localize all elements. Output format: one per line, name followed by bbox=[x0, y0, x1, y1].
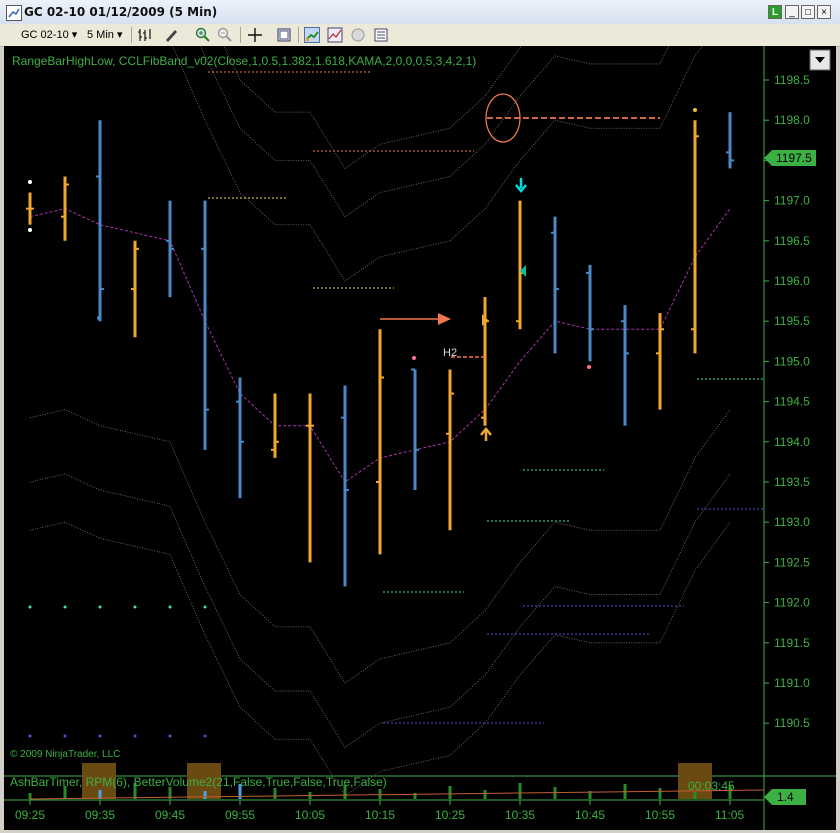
price-tick-label: 1190.5 bbox=[774, 716, 810, 730]
arrow-down-icon bbox=[515, 178, 527, 193]
price-tick-label: 1195.5 bbox=[774, 314, 810, 328]
time-tick-label: 10:45 bbox=[575, 808, 605, 822]
pattern-label: H2 bbox=[443, 347, 457, 359]
dot-marker bbox=[133, 605, 137, 609]
app-icon bbox=[6, 5, 22, 21]
dot-marker bbox=[203, 605, 207, 609]
dot-marker bbox=[28, 228, 32, 232]
interval-label: 5 Min bbox=[87, 29, 114, 41]
zoom-out-icon[interactable] bbox=[217, 27, 233, 43]
time-axis-ticks: 09:25 09:35 09:45 09:55 10:05 10:15 10:25 10:35… bbox=[15, 800, 744, 822]
properties-icon[interactable] bbox=[276, 27, 292, 43]
window-title: GC 02-10 01/12/2009 (5 Min) bbox=[24, 5, 218, 19]
rpm-line bbox=[29, 789, 765, 800]
price-tick-label: 1193.0 bbox=[774, 515, 810, 529]
price-axis-ticks: 1198.5 1198.0 1197.5 1197.0 1196.5 1196.0 1195… bbox=[764, 73, 810, 730]
data-box-icon[interactable] bbox=[373, 27, 389, 43]
chart-panel[interactable]: 1198.5 1198.0 1197.5 1197.0 1196.5 1196.0 1195… bbox=[4, 46, 836, 830]
time-tick-label: 09:45 bbox=[155, 808, 185, 822]
price-tick-label: 1198.5 bbox=[774, 73, 810, 87]
dot-marker bbox=[168, 605, 172, 609]
lower-panel-label: AshBarTimer, RPM(6), BetterVolume2(21,Fa… bbox=[10, 775, 387, 789]
price-tick-label: 1197.0 bbox=[774, 194, 810, 208]
minimize-button[interactable]: _ bbox=[785, 5, 799, 19]
time-tick-label: 09:25 bbox=[15, 808, 45, 822]
price-bars bbox=[26, 112, 734, 587]
crosshair-icon[interactable] bbox=[247, 27, 263, 43]
dot-marker bbox=[28, 180, 32, 184]
time-tick-label: 10:05 bbox=[295, 808, 325, 822]
arrow-up-icon bbox=[480, 427, 492, 441]
price-tick-label: 1191.0 bbox=[774, 676, 810, 690]
price-tick-label: 1192.5 bbox=[774, 555, 810, 569]
price-chart[interactable]: 1198.5 1198.0 1197.5 1197.0 1196.5 1196.0 1195… bbox=[4, 46, 836, 830]
range-lines bbox=[28, 71, 764, 738]
zoom-in-icon[interactable] bbox=[195, 27, 211, 43]
time-tick-label: 10:15 bbox=[365, 808, 395, 822]
toolbar-separator bbox=[240, 27, 241, 43]
maximize-button[interactable]: □ bbox=[801, 5, 815, 19]
chevron-down-icon: ▾ bbox=[71, 29, 78, 41]
price-tick-label: 1191.5 bbox=[774, 636, 810, 650]
dot-marker bbox=[133, 734, 137, 738]
instrument-label: GC 02-10 bbox=[21, 29, 69, 41]
dot-marker bbox=[98, 605, 102, 609]
indicator-label: RangeBarHighLow, CCLFibBand_v02(Close,1,… bbox=[12, 54, 476, 68]
dot-marker bbox=[28, 605, 32, 609]
bar-timer: 00:03:45 bbox=[688, 779, 735, 793]
toolbar-separator bbox=[131, 27, 132, 43]
refresh-icon[interactable] bbox=[350, 27, 366, 43]
dot-marker bbox=[587, 365, 591, 369]
current-price-label: 1197.5 bbox=[776, 151, 812, 165]
price-tick-label: 1194.0 bbox=[774, 435, 810, 449]
time-tick-label: 11:05 bbox=[715, 808, 744, 822]
time-tick-label: 10:25 bbox=[435, 808, 465, 822]
price-tick-label: 1194.5 bbox=[774, 395, 810, 409]
fib-band-line bbox=[200, 46, 670, 218]
dot-marker bbox=[98, 734, 102, 738]
price-tick-label: 1193.5 bbox=[774, 475, 810, 489]
copyright-label: © 2009 NinjaTrader, LLC bbox=[10, 749, 120, 760]
time-tick-label: 09:35 bbox=[85, 808, 115, 822]
price-tick-label: 1195.0 bbox=[774, 354, 810, 368]
close-button[interactable]: × bbox=[817, 5, 831, 19]
dot-marker bbox=[168, 734, 172, 738]
chart-toolbar: GC 02-10 ▾ 5 Min ▾ bbox=[0, 24, 840, 47]
dot-marker bbox=[28, 734, 32, 738]
instrument-selector[interactable]: GC 02-10 ▾ bbox=[21, 27, 77, 43]
time-tick-label: 10:35 bbox=[505, 808, 535, 822]
time-tick-label: 09:55 bbox=[225, 808, 255, 822]
price-tick-label: 1192.0 bbox=[774, 596, 810, 610]
dot-marker bbox=[97, 316, 101, 320]
price-tick-label: 1196.0 bbox=[774, 274, 810, 288]
lower-value-label: 1.4 bbox=[777, 790, 794, 804]
arrow-right-icon bbox=[438, 313, 451, 325]
indicators-icon[interactable] bbox=[327, 27, 343, 43]
bar-type-icon[interactable] bbox=[137, 27, 153, 43]
price-tick-label: 1198.0 bbox=[774, 113, 810, 127]
dot-marker bbox=[693, 108, 697, 112]
link-indicator-button[interactable]: L bbox=[768, 5, 782, 19]
time-tick-label: 10:55 bbox=[645, 808, 675, 822]
price-tick-label: 1196.5 bbox=[774, 234, 810, 248]
title-bar[interactable]: GC 02-10 01/12/2009 (5 Min) L _ □ × bbox=[0, 0, 840, 25]
dot-marker bbox=[63, 734, 67, 738]
dot-marker bbox=[63, 605, 67, 609]
chevron-down-icon: ▾ bbox=[116, 29, 123, 41]
chart-window: GC 02-10 01/12/2009 (5 Min) L _ □ × GC 0… bbox=[0, 0, 840, 833]
toolbar-separator bbox=[298, 27, 299, 43]
dot-marker bbox=[412, 356, 416, 360]
draw-tools-icon[interactable] bbox=[163, 27, 179, 43]
dot-marker bbox=[203, 734, 207, 738]
interval-selector[interactable]: 5 Min ▾ bbox=[87, 27, 123, 43]
strategy-icon[interactable] bbox=[304, 27, 320, 43]
